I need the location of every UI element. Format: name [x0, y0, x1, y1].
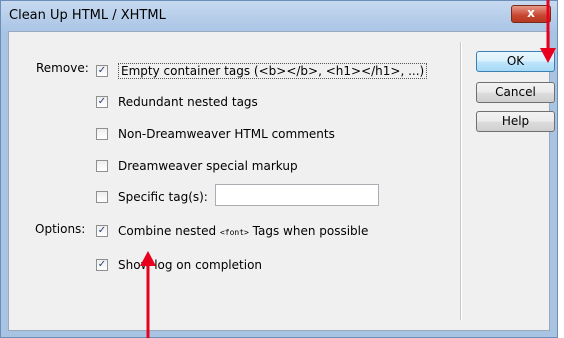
dreamweaver-special-markup-checkbox[interactable]: [96, 160, 108, 172]
dreamweaver-special-markup-label: Dreamweaver special markup: [118, 159, 298, 173]
specific-tags-input[interactable]: [215, 184, 379, 206]
specific-tags-checkbox[interactable]: [96, 191, 108, 203]
dialog-body: Remove: ✓ Empty container tags (<b></b>,…: [8, 31, 555, 331]
dialog-title: Clean Up HTML / XHTML: [9, 8, 166, 23]
show-log-checkbox[interactable]: ✓: [96, 259, 108, 271]
help-button[interactable]: Help: [476, 111, 555, 132]
checkmark-icon: ✓: [97, 96, 107, 107]
non-dreamweaver-comments-label: Non-Dreamweaver HTML comments: [118, 127, 335, 141]
empty-container-tags-checkbox[interactable]: ✓: [96, 65, 108, 77]
specific-tags-label: Specific tag(s):: [118, 190, 208, 204]
combine-text-before: Combine nested: [118, 224, 220, 238]
show-log-option[interactable]: ✓ Show log on completion: [96, 258, 262, 272]
combine-font-tags-label: Combine nested <font> Tags when possible: [118, 224, 368, 238]
empty-container-tags-label: Empty container tags (<b></b>, <h1></h1>…: [118, 63, 428, 79]
close-button[interactable]: x: [511, 5, 551, 23]
dreamweaver-special-markup-option[interactable]: Dreamweaver special markup: [96, 159, 298, 173]
combine-text-after: Tags when possible: [248, 224, 369, 238]
vertical-divider: [460, 42, 462, 320]
close-icon: x: [527, 6, 535, 20]
combine-font-tags-checkbox[interactable]: ✓: [96, 225, 108, 237]
non-dreamweaver-comments-option[interactable]: Non-Dreamweaver HTML comments: [96, 127, 335, 141]
font-tag-code: <font>: [219, 228, 249, 237]
cancel-button[interactable]: Cancel: [476, 82, 555, 103]
non-dreamweaver-comments-checkbox[interactable]: [96, 128, 108, 140]
checkmark-icon: ✓: [97, 259, 107, 270]
redundant-nested-tags-checkbox[interactable]: ✓: [96, 96, 108, 108]
redundant-nested-tags-option[interactable]: ✓ Redundant nested tags: [96, 95, 258, 109]
checkmark-icon: ✓: [97, 225, 107, 236]
empty-container-tags-option[interactable]: ✓ Empty container tags (<b></b>, <h1></h…: [96, 63, 428, 79]
dialog-window: Clean Up HTML / XHTML x Remove: ✓ Empty …: [0, 0, 558, 338]
combine-font-tags-option[interactable]: ✓ Combine nested <font> Tags when possib…: [96, 224, 368, 238]
ok-button[interactable]: OK: [476, 51, 555, 72]
options-label: Options:: [35, 222, 86, 236]
checkmark-icon: ✓: [97, 65, 107, 76]
show-log-label: Show log on completion: [118, 258, 263, 272]
remove-label: Remove:: [36, 61, 89, 75]
title-bar[interactable]: Clean Up HTML / XHTML x: [1, 1, 557, 31]
redundant-nested-tags-label: Redundant nested tags: [118, 95, 258, 109]
specific-tags-option[interactable]: Specific tag(s):: [96, 190, 208, 204]
